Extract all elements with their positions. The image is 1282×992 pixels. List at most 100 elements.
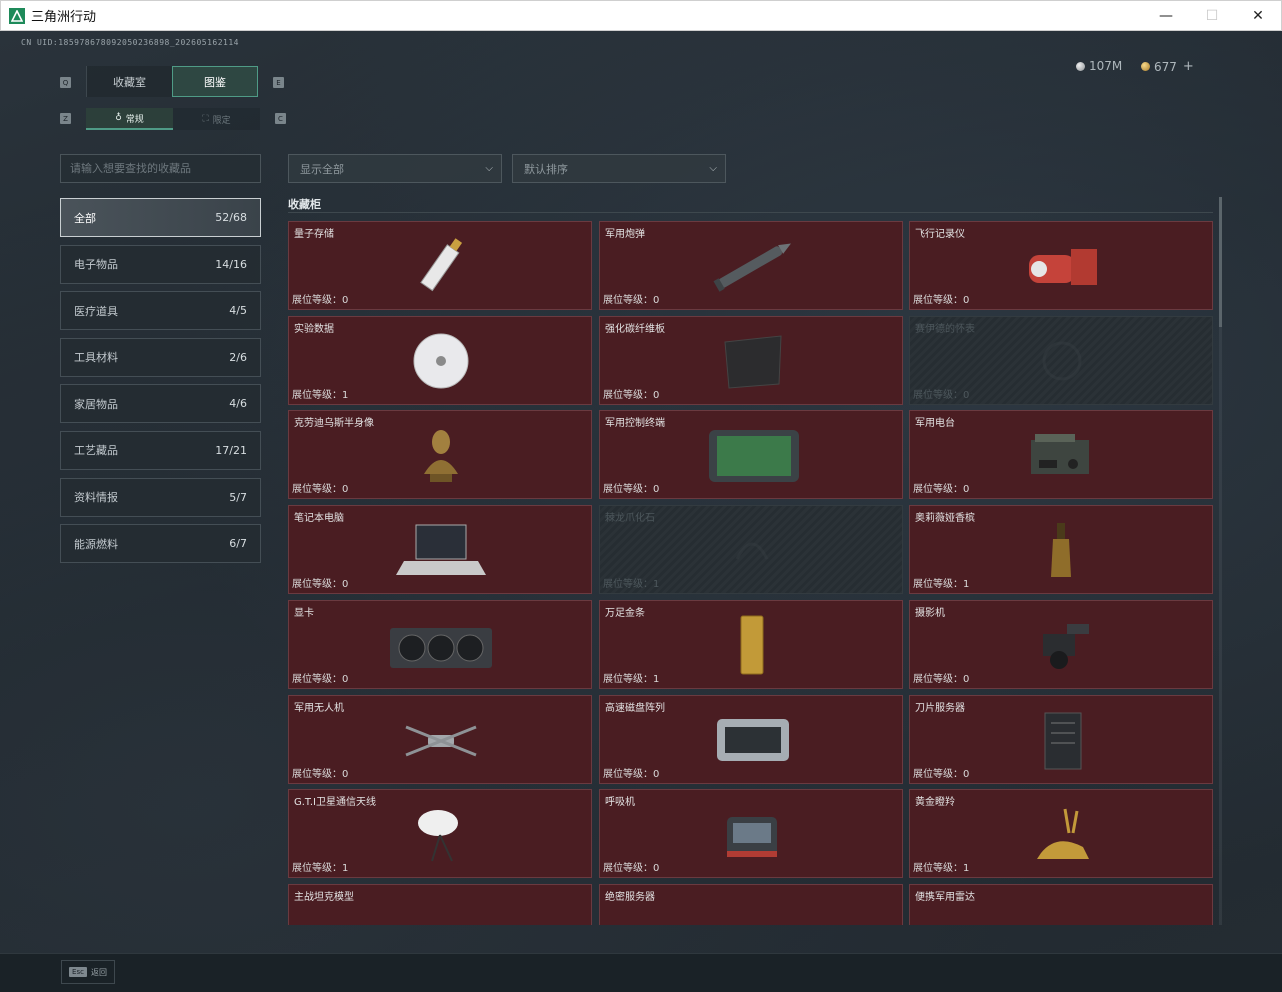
exhibit-level: 展位等级：1 [292, 859, 348, 874]
item-name: 飞行记录仪 [915, 229, 965, 240]
exhibit-level-label: 展位等级： [913, 390, 963, 401]
radio-icon [910, 421, 1214, 489]
terminal-icon [600, 421, 904, 489]
collection-card[interactable]: 棘龙爪化石 展位等级：1 [599, 505, 903, 594]
collection-card[interactable]: 奥莉薇娅香槟展位等级：1 [909, 505, 1213, 594]
back-button[interactable]: Esc 返回 [61, 960, 115, 984]
exhibit-level-value: 0 [653, 390, 660, 401]
exhibit-level-label: 展位等级： [913, 295, 963, 306]
exhibit-level-value: 0 [653, 769, 660, 780]
exhibit-level: 展位等级：0 [913, 480, 969, 495]
bottom-bar [0, 953, 1282, 992]
search-input[interactable] [60, 154, 261, 183]
item-name: 黄金瞪羚 [915, 797, 955, 808]
exhibit-level: 展位等级：1 [603, 670, 659, 685]
category-label: 电子物品 [74, 258, 118, 272]
category-item[interactable]: 家居物品 4/6 [60, 384, 261, 424]
category-item[interactable]: 全部 52/68 [60, 198, 261, 237]
category-item[interactable]: 工具材料 2/6 [60, 337, 261, 377]
collection-card[interactable]: 实验数据 展位等级：1 [288, 316, 592, 405]
exhibit-level: 展位等级：0 [913, 765, 969, 780]
gold-currency: 677 + [1141, 59, 1194, 74]
collection-card[interactable]: 军用电台 展位等级：0 [909, 410, 1213, 499]
collection-card[interactable]: 黄金瞪羚 展位等级：1 [909, 789, 1213, 878]
scrollbar-thumb[interactable] [1219, 197, 1222, 327]
category-item[interactable]: 电子物品 14/16 [60, 244, 261, 284]
item-name: 奥莉薇娅香槟 [915, 513, 975, 524]
subtab-regular-label: 常规 [125, 114, 144, 125]
item-name: 笔记本电脑 [294, 513, 344, 524]
exhibit-level-value: 0 [342, 579, 349, 590]
app-logo-icon [9, 7, 25, 24]
exhibit-level-value: 0 [963, 769, 970, 780]
exhibit-level-label: 展位等级： [292, 484, 342, 495]
bust-icon [289, 421, 593, 489]
exhibit-level: 展位等级：0 [603, 859, 659, 874]
close-button[interactable]: ✕ [1235, 1, 1281, 31]
collection-card[interactable]: 飞行记录仪 展位等级：0 [909, 221, 1213, 310]
section-title: 收藏柜 [288, 198, 321, 211]
collection-card[interactable]: 赛伊德的怀表 展位等级：0 [909, 316, 1213, 405]
filter-dropdown[interactable]: 显示全部 ⌵ [288, 154, 502, 183]
category-item[interactable]: 工艺藏品 17/21 [60, 430, 261, 470]
category-label: 家居物品 [74, 397, 118, 411]
tab-catalog[interactable]: 图鉴 [172, 66, 258, 97]
maximize-button[interactable]: ☐ [1189, 1, 1235, 31]
collection-card[interactable]: 刀片服务器 展位等级：0 [909, 695, 1213, 784]
esc-key-icon: Esc [69, 967, 87, 977]
collection-card[interactable]: 强化碳纤维板 展位等级：0 [599, 316, 903, 405]
exhibit-level-value: 1 [963, 579, 970, 590]
collection-card[interactable]: G.T.I卫星通信天线 展位等级：1 [288, 789, 592, 878]
exhibit-level-value: 0 [653, 484, 660, 495]
exhibit-level: 展位等级：0 [292, 670, 348, 685]
flight-recorder-icon [910, 232, 1214, 300]
collection-card[interactable]: 绝密服务器 [599, 884, 903, 925]
silver-currency: 107M [1076, 59, 1122, 73]
exhibit-level-value: 0 [963, 674, 970, 685]
category-item[interactable]: 医疗道具 4/5 [60, 291, 261, 331]
item-name: 便携军用雷达 [915, 892, 975, 903]
category-count: 4/5 [229, 304, 247, 318]
exhibit-level-label: 展位等级： [913, 484, 963, 495]
category-label: 能源燃料 [74, 537, 118, 551]
exhibit-level: 展位等级：1 [913, 575, 969, 590]
item-name: 呼吸机 [605, 797, 635, 808]
tab-collection-room[interactable]: 收藏室 [86, 66, 172, 97]
item-name: 克劳迪乌斯半身像 [294, 418, 374, 429]
collection-card[interactable]: 笔记本电脑展位等级：0 [288, 505, 592, 594]
collection-card[interactable]: 量子存储 展位等级：0 [288, 221, 592, 310]
collection-card[interactable]: 军用无人机 展位等级：0 [288, 695, 592, 784]
minimize-button[interactable]: — [1143, 1, 1189, 31]
item-name: 强化碳纤维板 [605, 324, 665, 335]
sort-dropdown[interactable]: 默认排序 ⌵ [512, 154, 726, 183]
section-divider [288, 212, 1213, 213]
item-name: 主战坦克模型 [294, 892, 354, 903]
category-count: 2/6 [229, 350, 247, 364]
collection-card[interactable]: 便携军用雷达 [909, 884, 1213, 925]
collection-card[interactable]: 主战坦克模型 [288, 884, 592, 925]
collection-card[interactable]: 呼吸机展位等级：0 [599, 789, 903, 878]
exhibit-level-value: 1 [653, 579, 660, 590]
collection-card[interactable]: 万足金条 展位等级：1 [599, 600, 903, 689]
item-name: 摄影机 [915, 608, 945, 619]
category-item[interactable]: 能源燃料 6/7 [60, 524, 261, 564]
collection-card[interactable]: 高速磁盘阵列 展位等级：0 [599, 695, 903, 784]
collection-card[interactable]: 军用控制终端 展位等级：0 [599, 410, 903, 499]
category-item[interactable]: 资料情报 5/7 [60, 477, 261, 517]
collection-card[interactable]: 克劳迪乌斯半身像 展位等级：0 [288, 410, 592, 499]
category-label: 工具材料 [74, 351, 118, 365]
collection-card[interactable]: 军用炮弹 展位等级：0 [599, 221, 903, 310]
subtab-limited[interactable]: ⛶ 限定 [173, 108, 260, 130]
category-label: 医疗道具 [74, 304, 118, 318]
regular-icon: ♁ [115, 113, 122, 123]
exhibit-level: 展位等级：0 [292, 575, 348, 590]
collection-card[interactable]: 摄影机 展位等级：0 [909, 600, 1213, 689]
exhibit-level-label: 展位等级： [292, 769, 342, 780]
gpu-icon [289, 611, 593, 679]
exhibit-level-value: 1 [963, 863, 970, 874]
collection-card[interactable]: 显卡 展位等级：0 [288, 600, 592, 689]
subtab-regular[interactable]: ♁ 常规 [86, 108, 173, 130]
add-currency-button[interactable]: + [1183, 59, 1194, 74]
disc-icon [289, 327, 593, 395]
window-controls: — ☐ ✕ [1143, 1, 1281, 31]
